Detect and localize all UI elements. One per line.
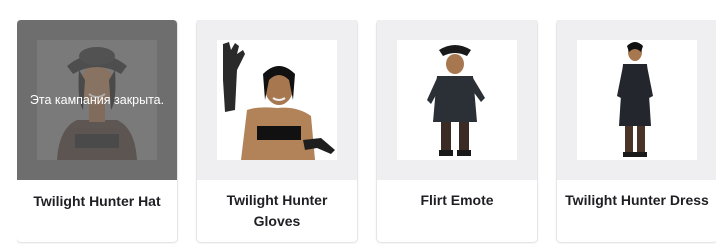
reward-name: Twilight Hunter Dress [565, 192, 709, 208]
reward-image-area [197, 20, 357, 180]
reward-image-gloves [217, 40, 337, 160]
reward-card-flirt-emote[interactable]: Flirt Emote [377, 20, 537, 242]
reward-image-flirt-emote [397, 40, 517, 160]
reward-card-twilight-hunter-gloves[interactable]: Twilight Hunter Gloves [197, 20, 357, 242]
campaign-closed-label: Эта кампания закрыта. [29, 93, 165, 107]
reward-name: Flirt Emote [420, 192, 494, 208]
reward-image-dress [577, 40, 697, 160]
reward-image-area [557, 20, 716, 180]
reward-image-area [377, 20, 537, 180]
drops-reward-list: Эта кампания закрыта. Twilight Hunter Ha… [17, 20, 716, 244]
reward-card-twilight-hunter-dress[interactable]: Twilight Hunter Dress [557, 20, 716, 242]
reward-card-twilight-hunter-hat[interactable]: Эта кампания закрыта. Twilight Hunter Ha… [17, 20, 177, 242]
reward-image-area: Эта кампания закрыта. [17, 20, 177, 180]
reward-name: Twilight Hunter Hat [33, 193, 161, 209]
reward-name: Twilight Hunter Gloves [226, 192, 328, 229]
